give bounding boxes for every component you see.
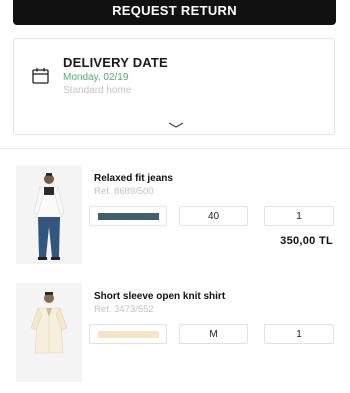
delivery-date-title: DELIVERY DATE — [63, 55, 168, 70]
product-image-jeans[interactable] — [16, 165, 82, 264]
quantity-selector[interactable]: 1 — [264, 206, 334, 226]
product-item: Short sleeve open knit shirt Ref. 3473/5… — [0, 283, 350, 393]
request-return-label: REQUEST RETURN — [112, 3, 237, 18]
delivery-date-card[interactable]: DELIVERY DATE Monday, 02/19 Standard hom… — [13, 38, 335, 135]
product-ref: Ref. 3473/552 — [94, 304, 154, 315]
color-swatch — [97, 212, 159, 220]
color-selector[interactable] — [89, 324, 167, 344]
calendar-icon — [32, 68, 49, 84]
product-item: Relaxed fit jeans Ref. 8689/500 40 1 350… — [0, 165, 350, 275]
delivery-date-value: Monday, 02/19 — [63, 72, 129, 83]
chevron-down-icon[interactable] — [168, 122, 184, 128]
product-name: Short sleeve open knit shirt — [94, 291, 226, 302]
product-ref: Ref. 8689/500 — [94, 186, 154, 197]
request-return-button[interactable]: REQUEST RETURN — [13, 0, 336, 25]
quantity-selector[interactable]: 1 — [264, 324, 334, 344]
product-name: Relaxed fit jeans — [94, 173, 173, 184]
size-value: M — [209, 328, 218, 340]
quantity-value: 1 — [296, 328, 302, 340]
product-image-shirt[interactable] — [16, 283, 82, 382]
size-selector[interactable]: M — [179, 324, 248, 344]
size-selector[interactable]: 40 — [179, 206, 248, 226]
size-value: 40 — [207, 210, 220, 222]
color-selector[interactable] — [89, 206, 167, 226]
quantity-value: 1 — [296, 210, 302, 222]
section-divider — [0, 148, 350, 149]
product-price: 350,00 TL — [280, 235, 333, 247]
color-swatch — [97, 330, 159, 338]
delivery-method: Standard home — [63, 85, 132, 96]
